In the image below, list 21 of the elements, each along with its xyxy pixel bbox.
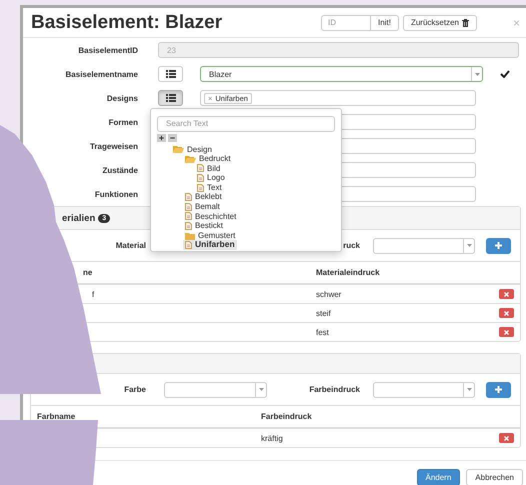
field-label: ruck — [342, 241, 360, 250]
field-label: Trageweisen — [88, 142, 138, 150]
column-header: Materialeindruck — [310, 262, 465, 284]
table-cell: kräftig — [261, 434, 283, 442]
table-cell: fest — [316, 328, 329, 336]
column-header: Farbeindruck — [255, 406, 440, 428]
table-cell: f — [92, 290, 94, 298]
panel-title: erialien — [62, 212, 96, 224]
field-label: Formen — [108, 118, 138, 126]
field-label: Basiselementname — [64, 70, 138, 78]
field-label: Designs — [106, 94, 138, 102]
table-cell: schwer — [316, 290, 342, 298]
field-label: Zustände — [101, 166, 138, 174]
dialog-title: Basiselement: Blazer — [31, 12, 222, 34]
field-label: Farbe — [123, 385, 146, 394]
field-label: Funktionen — [94, 190, 138, 198]
table-cell: steif — [316, 308, 331, 318]
id-field: 23 — [158, 42, 519, 58]
field-label: Material — [114, 241, 146, 250]
field-label: Farbeindruck — [308, 385, 360, 394]
field-label: BasiselementID — [77, 46, 138, 54]
